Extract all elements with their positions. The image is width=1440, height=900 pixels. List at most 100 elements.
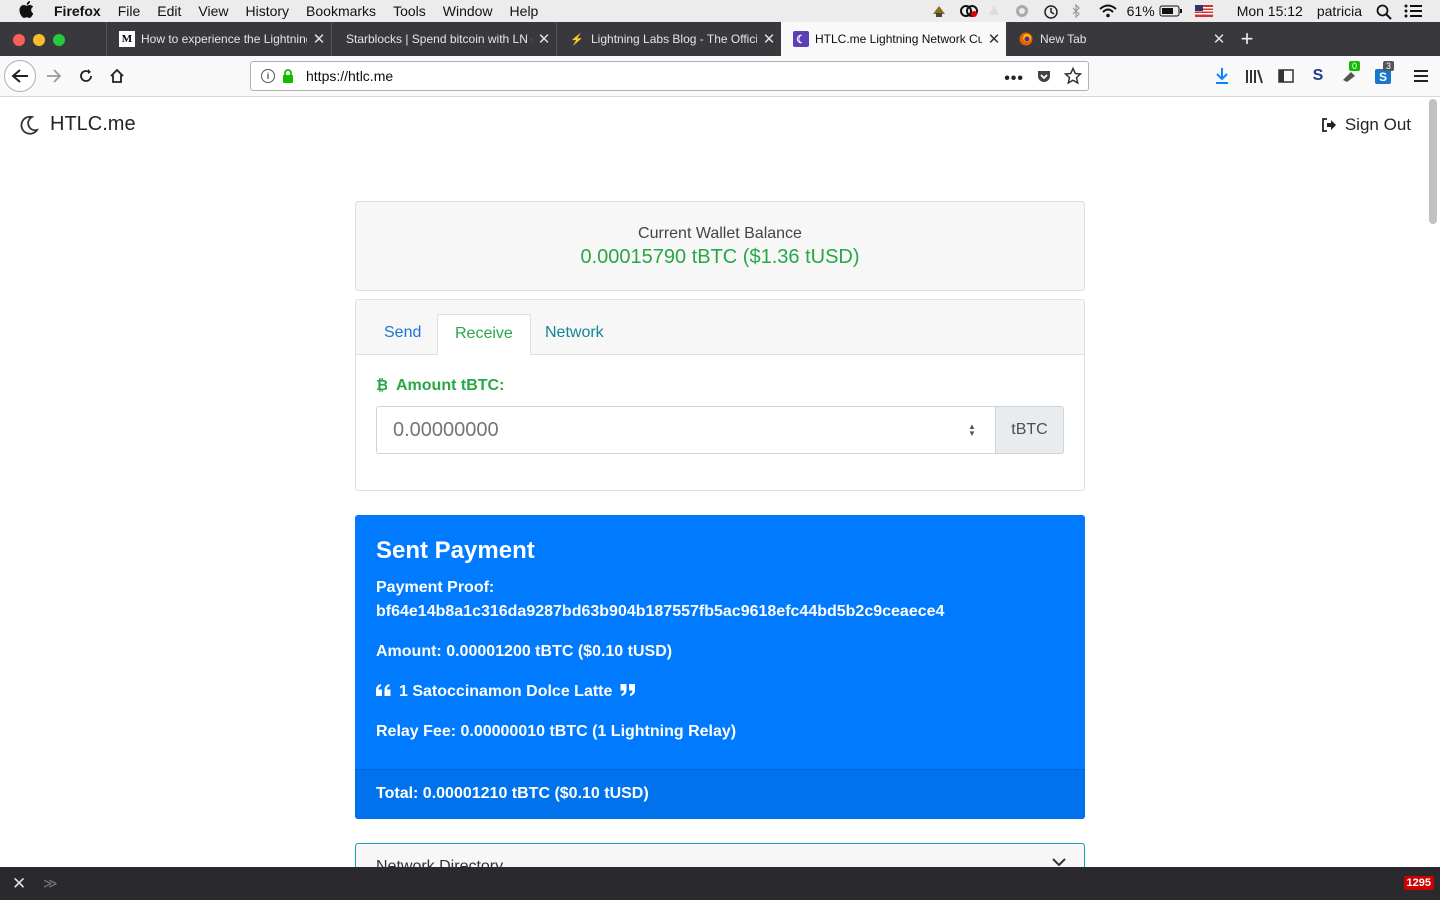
extension-s-icon[interactable]: S xyxy=(1308,66,1328,86)
tab-title: Lightning Labs Blog - The Offici xyxy=(591,32,757,46)
pocket-icon[interactable] xyxy=(1036,68,1052,89)
amount-label: ₿ Amount tBTC: xyxy=(376,376,504,395)
sent-payment-heading: Sent Payment xyxy=(376,537,535,564)
wallet-tabs-card: Send Receive Network ₿ Amount tBTC: ▲▼ t… xyxy=(355,299,1085,491)
us-flag-icon[interactable] xyxy=(1194,4,1213,18)
tab-close-icon[interactable]: ✕ xyxy=(757,30,781,48)
spotlight-search-icon[interactable] xyxy=(1376,4,1392,20)
bluetooth-icon[interactable] xyxy=(1071,3,1087,19)
menu-file[interactable]: File xyxy=(118,3,141,19)
url-text[interactable]: https://htlc.me xyxy=(306,68,393,84)
status-app-icon[interactable] xyxy=(931,4,947,18)
time-machine-icon[interactable] xyxy=(1043,4,1059,19)
medium-favicon-icon: M xyxy=(119,31,135,47)
tab-new-tab[interactable]: New Tab ✕ xyxy=(1006,22,1231,56)
downloads-icon[interactable] xyxy=(1212,66,1232,86)
notification-icon[interactable] xyxy=(987,4,1003,18)
close-toolbar-icon[interactable]: ✕ xyxy=(12,874,26,894)
payment-memo: 1 Satoccinamon Dolce Latte xyxy=(376,683,636,701)
amount-input[interactable] xyxy=(376,406,996,454)
balance-label: Current Wallet Balance xyxy=(638,225,802,242)
user-name[interactable]: patricia xyxy=(1317,3,1362,19)
brand-link[interactable]: HTLC.me xyxy=(18,113,136,136)
brand-name: HTLC.me xyxy=(50,113,136,135)
moon-icon xyxy=(20,115,40,135)
menu-view[interactable]: View xyxy=(198,3,228,19)
extension-badge: 3 xyxy=(1383,61,1395,71)
tab-lightning-labs[interactable]: ⚡ Lightning Labs Blog - The Offici ✕ xyxy=(556,22,781,56)
tab-title: Starblocks | Spend bitcoin with LN o xyxy=(346,32,532,46)
extension-badge: 0 xyxy=(1349,61,1361,71)
svg-text:₿: ₿ xyxy=(376,377,387,392)
sent-payment-footer: Total: 0.00001210 tBTC ($0.10 tUSD) xyxy=(355,769,1085,819)
tab-starblocks[interactable]: Starblocks | Spend bitcoin with LN o ✕ xyxy=(331,22,556,56)
fast-forward-icon[interactable]: ≫ xyxy=(43,875,58,892)
sign-out-label: Sign Out xyxy=(1344,115,1411,134)
arrow-left-icon xyxy=(11,69,28,83)
tab-close-icon[interactable]: ✕ xyxy=(307,30,331,48)
sidebar-icon[interactable] xyxy=(1276,66,1296,86)
payment-total: Total: 0.00001210 tBTC ($0.10 tUSD) xyxy=(376,785,649,802)
creative-cloud-icon[interactable] xyxy=(959,4,978,18)
sign-out-icon xyxy=(1321,118,1336,132)
bottom-toolbar: ✕ ≫ 1295 xyxy=(0,867,1440,900)
site-info-icon[interactable]: i xyxy=(261,69,275,83)
url-bar[interactable]: i https://htlc.me ••• xyxy=(250,61,1089,91)
sync-icon[interactable] xyxy=(1015,4,1031,18)
relay-fee: Relay Fee: 0.00000010 tBTC (1 Lightning … xyxy=(376,723,737,740)
extension-blue-icon[interactable]: S 3 xyxy=(1373,61,1395,86)
menu-app-firefox[interactable]: Firefox xyxy=(54,3,101,19)
tab-close-icon[interactable]: ✕ xyxy=(1207,30,1231,48)
reload-button[interactable] xyxy=(72,62,100,90)
tab-htlc-me[interactable]: ☾ HTLC.me Lightning Network Cu ✕ xyxy=(781,22,1006,56)
chevron-down-icon[interactable] xyxy=(1052,854,1066,867)
menu-tools[interactable]: Tools xyxy=(393,3,426,19)
menu-help[interactable]: Help xyxy=(510,3,539,19)
apple-menu-icon[interactable] xyxy=(19,0,37,22)
sign-out-link[interactable]: Sign Out xyxy=(1321,115,1411,135)
tab-title: How to experience the Lightning xyxy=(141,32,307,46)
battery-icon[interactable] xyxy=(1159,4,1183,18)
network-directory-label: Network Directory xyxy=(376,858,504,867)
wallet-tabs: Send Receive Network xyxy=(356,300,1084,356)
window-minimize-button[interactable] xyxy=(33,34,45,46)
tab-close-icon[interactable]: ✕ xyxy=(982,30,1006,48)
lightning-favicon-icon: ⚡ xyxy=(570,33,584,46)
notification-center-icon[interactable] xyxy=(1404,4,1422,18)
wifi-icon[interactable] xyxy=(1098,4,1117,18)
library-icon[interactable] xyxy=(1244,66,1264,86)
tab-medium[interactable]: M How to experience the Lightning ✕ xyxy=(106,22,331,56)
menu-edit[interactable]: Edit xyxy=(157,3,181,19)
htlc-favicon-icon: ☾ xyxy=(793,31,809,47)
tab-receive[interactable]: Receive xyxy=(437,314,531,356)
menu-history[interactable]: History xyxy=(245,3,289,19)
menu-window[interactable]: Window xyxy=(443,3,493,19)
lock-icon[interactable] xyxy=(282,69,294,83)
wallet-balance-card: Current Wallet Balance 0.00015790 tBTC (… xyxy=(355,201,1085,291)
tab-close-icon[interactable]: ✕ xyxy=(532,30,556,48)
forward-button[interactable] xyxy=(40,62,68,90)
new-tab-plus-icon[interactable]: + xyxy=(1236,22,1258,56)
quote-right-icon xyxy=(620,683,636,701)
extension-green-icon[interactable]: 0 xyxy=(1340,61,1361,86)
payment-proof-hash: bf64e14b8a1c316da9287bd63b904b187557fb5a… xyxy=(376,603,945,620)
browser-tab-strip: M How to experience the Lightning ✕ Star… xyxy=(0,22,1440,56)
network-directory-card[interactable]: Network Directory xyxy=(355,843,1085,867)
page-scrollbar[interactable] xyxy=(1429,99,1437,224)
tab-network[interactable]: Network xyxy=(528,314,621,355)
menu-bookmarks[interactable]: Bookmarks xyxy=(306,3,376,19)
hamburger-menu-icon[interactable] xyxy=(1411,66,1431,86)
back-button[interactable] xyxy=(4,60,36,92)
window-zoom-button[interactable] xyxy=(53,34,65,46)
tab-send[interactable]: Send xyxy=(367,314,438,355)
counter-badge[interactable]: 1295 xyxy=(1403,876,1434,890)
reload-icon xyxy=(80,69,92,82)
bookmark-star-icon[interactable] xyxy=(1063,66,1083,90)
home-button[interactable] xyxy=(103,62,131,90)
page-actions-icon[interactable]: ••• xyxy=(1004,70,1024,88)
number-spinner-icon[interactable]: ▲ ▼ xyxy=(967,423,977,438)
sent-payment-card: Sent Payment Payment Proof: bf64e14b8a1c… xyxy=(355,515,1085,819)
window-close-button[interactable] xyxy=(13,34,25,46)
clock[interactable]: Mon 15:12 xyxy=(1237,3,1303,19)
home-icon xyxy=(110,68,124,83)
